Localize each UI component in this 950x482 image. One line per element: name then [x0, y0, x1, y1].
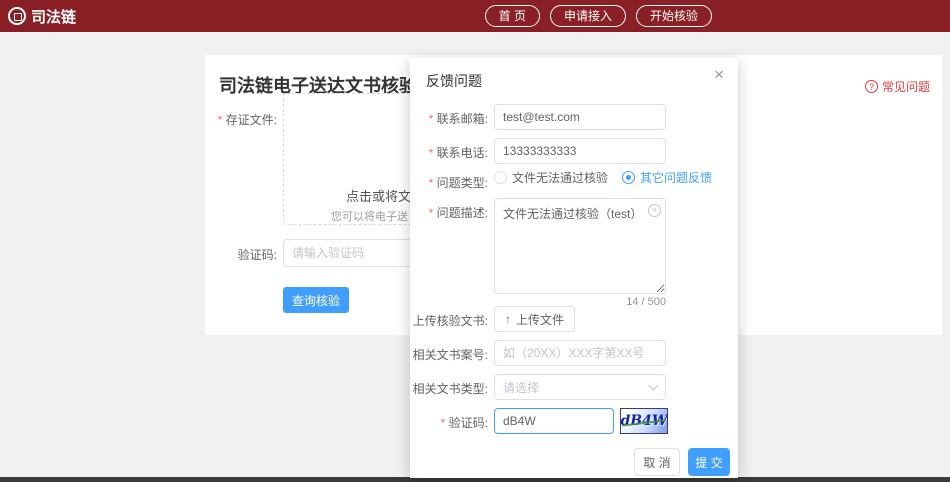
logo-icon	[8, 7, 26, 25]
question-icon: ?	[864, 80, 878, 93]
faq-link[interactable]: ? 常见问题	[864, 78, 930, 95]
modal-captcha-field[interactable]	[494, 408, 614, 434]
issue-type-radio-group: 文件无法通过核验 其它问题反馈	[494, 169, 712, 186]
upload-hint-title: 点击或将文	[346, 189, 412, 204]
modal-captcha-label: 验证码:	[410, 414, 488, 431]
upload-hint-sub: 您可以将电子送	[331, 211, 408, 223]
upload-doc-label: 上传核验文书:	[412, 314, 488, 328]
description-label: 问题描述:	[410, 204, 488, 221]
radio-file-fail-label: 文件无法通过核验	[512, 171, 609, 185]
doc-type-placeholder: 请选择	[503, 380, 540, 395]
modal-title: 反馈问题	[426, 73, 482, 89]
radio-circle-icon	[622, 171, 636, 184]
radio-other-issue-label: 其它问题反馈	[640, 171, 713, 185]
radio-circle-icon	[494, 171, 507, 184]
nav-start-verify-button[interactable]: 开始核验	[635, 5, 712, 27]
main-nav: 首 页 申请接入 开始核验	[484, 5, 712, 27]
description-textarea[interactable]: 文件无法通过核验（test）	[494, 198, 666, 294]
logo-text: 司法链	[31, 8, 77, 26]
radio-file-fail[interactable]: 文件无法通过核验	[494, 169, 608, 186]
upload-icon: ↑	[505, 312, 511, 326]
chevron-down-icon	[648, 380, 659, 390]
doc-type-label: 相关文书类型:	[412, 382, 488, 396]
close-icon[interactable]: ×	[714, 66, 724, 83]
radio-other-issue[interactable]: 其它问题反馈	[622, 169, 712, 186]
page-captcha-label: 验证码:	[237, 248, 277, 262]
feedback-modal: 反馈问题 × 联系邮箱: 联系电话: 问题类型: 文件无法通过核验 其它问题反馈…	[410, 58, 738, 478]
evidence-file-label: 存证文件:	[205, 111, 277, 128]
logo: 司法链	[8, 0, 76, 32]
case-number-label: 相关文书案号:	[412, 348, 488, 362]
doc-type-select[interactable]: 请选择	[494, 374, 666, 400]
phone-label: 联系电话:	[410, 144, 488, 161]
email-field[interactable]	[494, 104, 666, 130]
captcha-image-text: dB4W	[620, 413, 668, 429]
phone-field[interactable]	[494, 138, 666, 164]
email-label: 联系邮箱:	[410, 110, 488, 127]
captcha-image[interactable]: dB4W	[620, 408, 668, 434]
upload-file-button-label: 上传文件	[516, 312, 565, 327]
submit-button[interactable]: 提 交	[688, 448, 730, 476]
case-number-field[interactable]	[494, 340, 666, 366]
query-verify-button[interactable]: 查询核验	[283, 287, 349, 313]
issue-type-label: 问题类型:	[410, 174, 488, 191]
nav-apply-access-button[interactable]: 申请接入	[549, 5, 626, 27]
upload-file-button[interactable]: ↑ 上传文件	[494, 306, 576, 332]
nav-home-button[interactable]: 首 页	[484, 5, 540, 27]
clear-icon[interactable]: ×	[648, 204, 661, 217]
cancel-button[interactable]: 取 消	[634, 448, 680, 476]
faq-label: 常见问题	[881, 80, 930, 94]
app-header: 司法链 首 页 申请接入 开始核验	[0, 0, 950, 32]
